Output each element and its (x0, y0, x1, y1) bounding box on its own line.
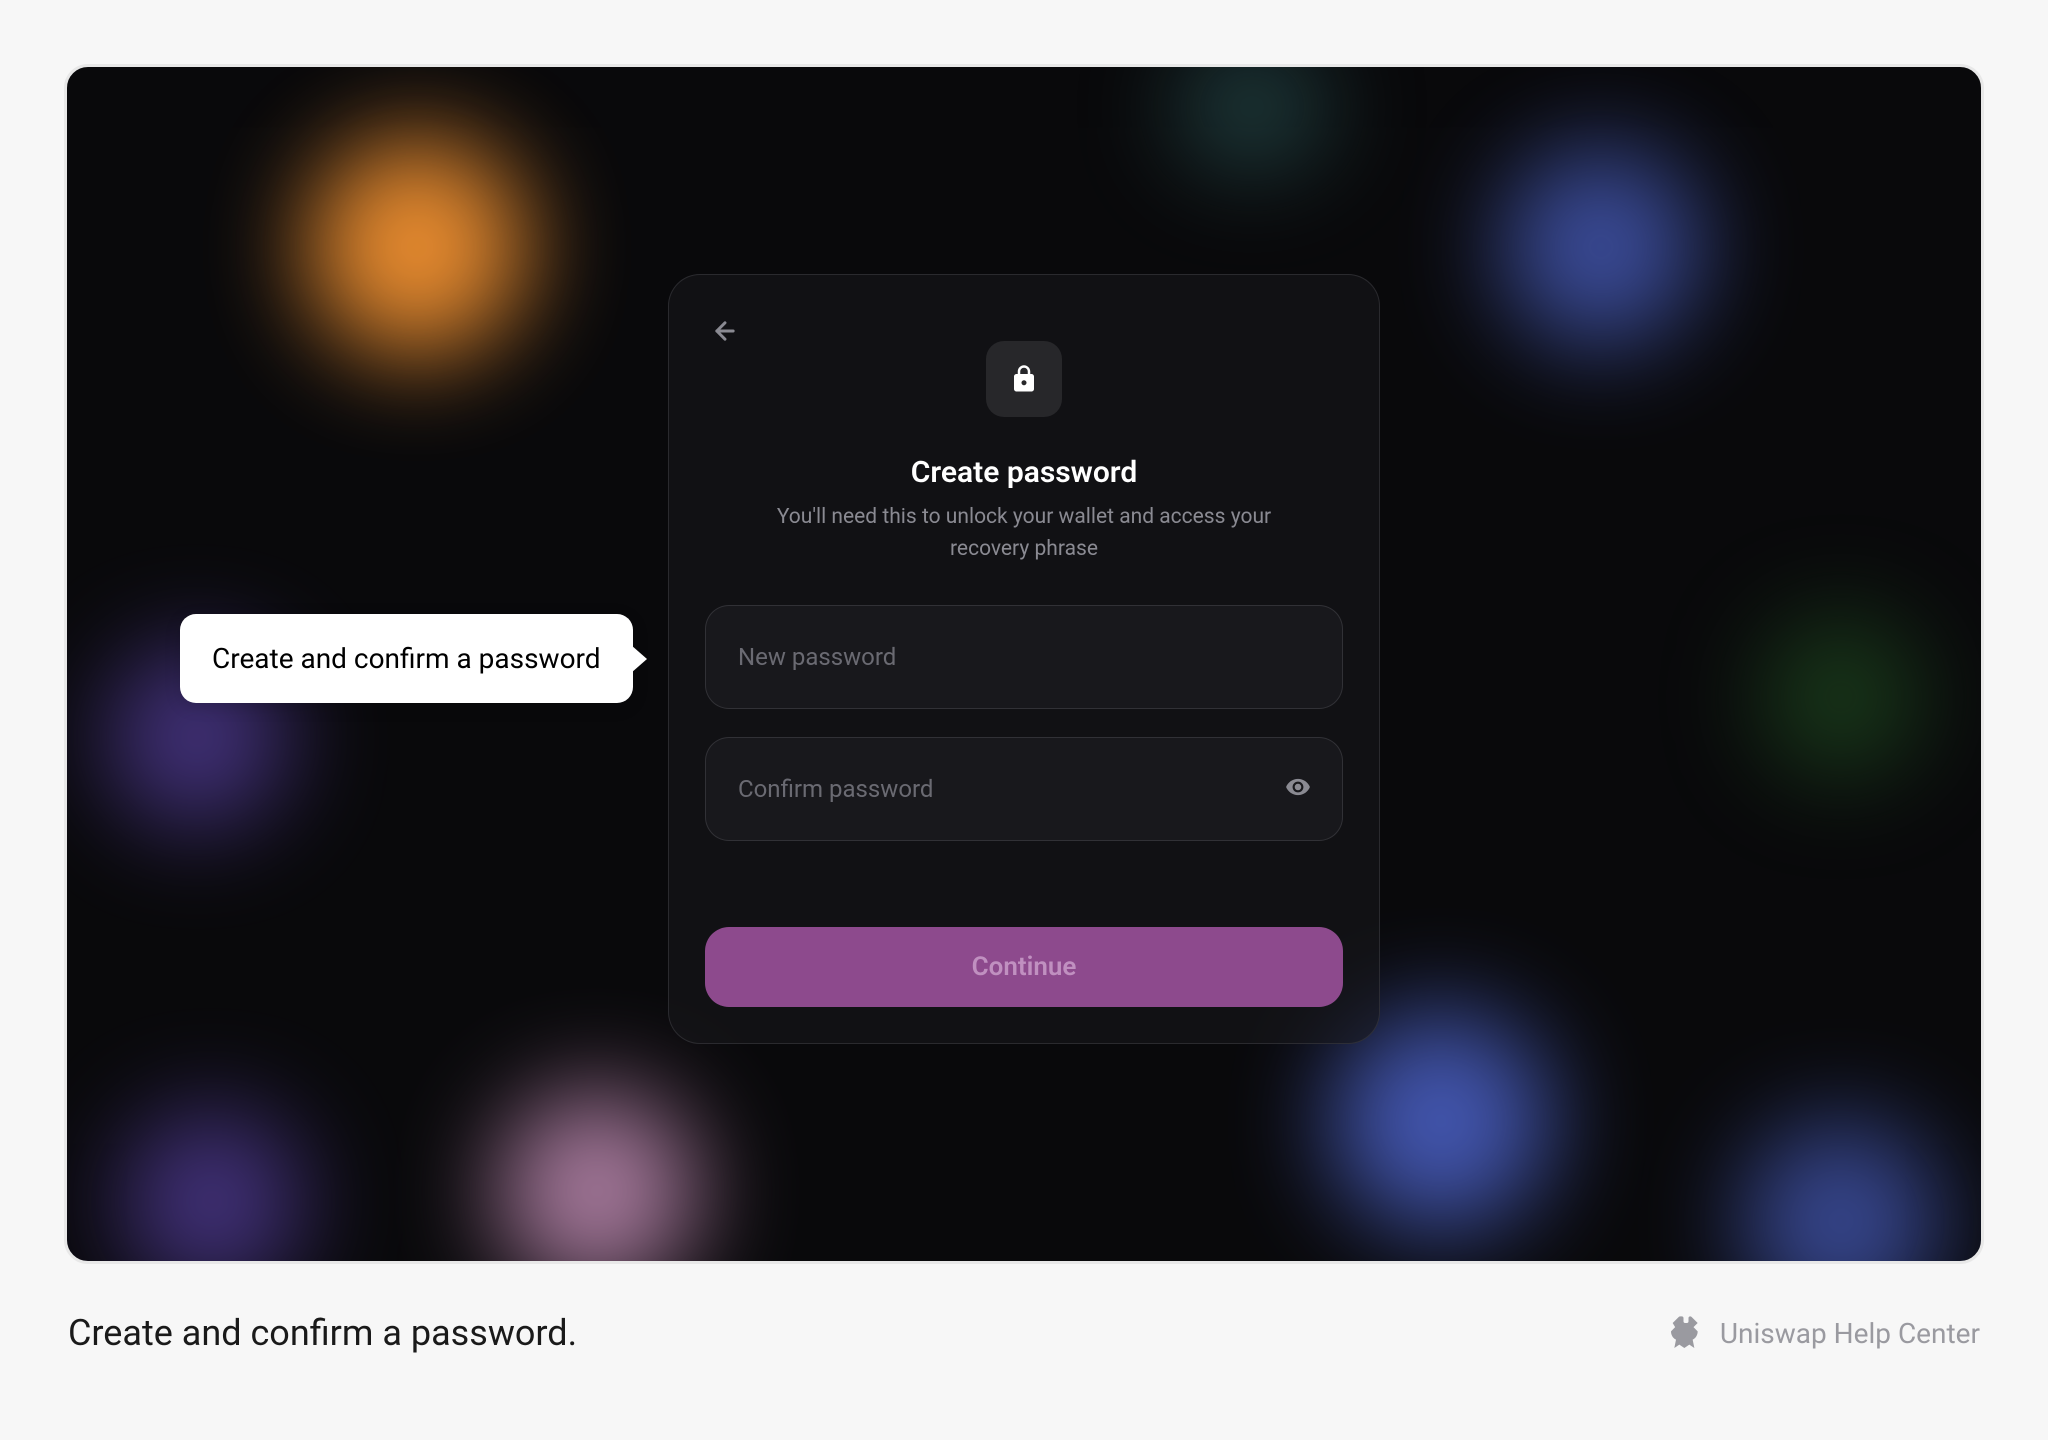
eye-icon (1285, 774, 1311, 800)
brand-label: Uniswap Help Center (1666, 1313, 1980, 1353)
caption-row: Create and confirm a password. Uniswap H… (64, 1312, 1984, 1354)
bg-orb (1331, 1011, 1551, 1231)
bg-orb (307, 137, 527, 357)
bg-orb (1741, 1121, 1941, 1264)
app-window: Create password You'll need this to unlo… (64, 64, 1984, 1264)
continue-button[interactable]: Continue (705, 927, 1343, 1007)
confirm-password-input[interactable] (705, 737, 1343, 841)
bg-orb (1177, 64, 1327, 167)
bg-orb (122, 1111, 302, 1264)
new-password-input[interactable] (705, 605, 1343, 709)
instruction-tooltip: Create and confirm a password (180, 614, 633, 703)
new-password-wrapper (705, 605, 1343, 709)
password-fields (705, 605, 1343, 841)
create-password-modal: Create password You'll need this to unlo… (668, 274, 1380, 1044)
bg-orb (1501, 147, 1701, 347)
confirm-password-wrapper (705, 737, 1343, 841)
bg-orb (1761, 617, 1921, 777)
bg-orb (497, 1091, 697, 1264)
lock-icon (1009, 364, 1039, 394)
lock-icon-container (986, 341, 1062, 417)
modal-subtitle: You'll need this to unlock your wallet a… (764, 502, 1284, 565)
unicorn-icon (1666, 1313, 1706, 1353)
modal-title: Create password (911, 455, 1137, 490)
tooltip-text: Create and confirm a password (212, 642, 601, 675)
brand-text: Uniswap Help Center (1720, 1317, 1980, 1350)
toggle-visibility-button[interactable] (1285, 774, 1311, 804)
modal-header: Create password You'll need this to unlo… (705, 341, 1343, 565)
caption-text: Create and confirm a password. (68, 1312, 577, 1354)
